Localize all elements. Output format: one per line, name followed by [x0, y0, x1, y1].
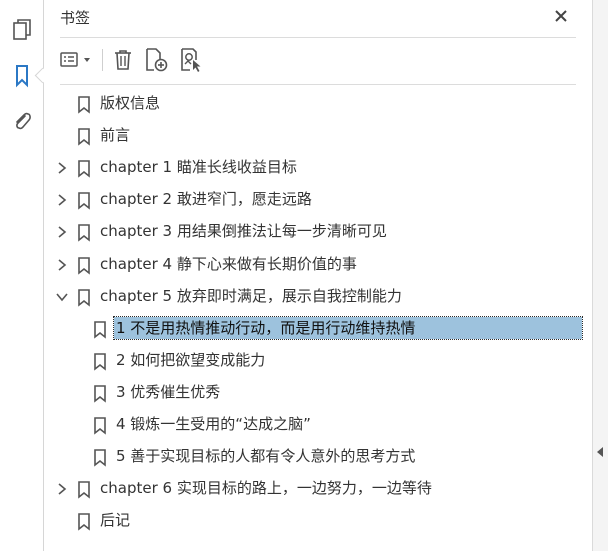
bookmarks-window: 书签 版权信息 前言 chapter 1 瞄准长线收益目标 chapter 2 … [0, 0, 608, 551]
bookmark-item-icon [77, 96, 91, 114]
bookmark-label[interactable]: chapter 6 实现目标的路上，一边努力，一边等待 [98, 477, 434, 499]
bookmark-row[interactable]: chapter 1 瞄准长线收益目标 [44, 154, 592, 182]
bookmark-item-icon [77, 289, 91, 307]
bookmark-label[interactable]: chapter 5 放弃即时满足，展示自我控制能力 [98, 285, 404, 307]
selected-bookmark-label[interactable]: 1 不是用热情推动行动，而是用行动维持热情 [113, 316, 583, 340]
bookmark-row[interactable]: chapter 6 实现目标的路上，一边努力，一边等待 [44, 475, 592, 503]
bookmark-item-icon [77, 192, 91, 210]
expand-arrow-icon[interactable] [597, 447, 603, 457]
pages-icon[interactable] [9, 17, 35, 43]
panel-title: 书签 [60, 9, 91, 27]
bookmark-item-icon [77, 160, 91, 178]
chevron-right-icon[interactable] [55, 225, 69, 239]
bookmark-label[interactable]: 3 优秀催生优秀 [114, 381, 222, 403]
chevron-down-icon[interactable] [55, 290, 69, 304]
bookmark-item-icon [93, 417, 107, 435]
bookmark-row[interactable]: chapter 5 放弃即时满足，展示自我控制能力 [44, 283, 592, 311]
chevron-right-icon[interactable] [55, 161, 69, 175]
bookmark-row[interactable]: 前言 [44, 122, 592, 150]
bookmark-label[interactable]: 版权信息 [98, 92, 162, 114]
options-menu-icon[interactable] [58, 47, 96, 73]
bookmark-item-icon [77, 257, 91, 275]
toolbar-separator [102, 49, 103, 71]
bookmark-label[interactable]: 4 锻炼一生受用的“达成之脑” [114, 413, 313, 435]
bookmark-label[interactable]: chapter 2 敢进窄门，愿走远路 [98, 188, 314, 210]
bookmark-item-icon [77, 481, 91, 499]
bookmarks-panel: 书签 版权信息 前言 chapter 1 瞄准长线收益目标 chapter 2 … [44, 0, 592, 551]
title-divider [60, 37, 576, 38]
bookmark-item-icon [93, 385, 107, 403]
child-bookmark-row[interactable]: 5 善于实现目标的人都有令人意外的思考方式 [44, 443, 592, 471]
bookmark-label[interactable]: 5 善于实现目标的人都有令人意外的思考方式 [114, 445, 417, 467]
new-bookmark-icon[interactable] [143, 47, 169, 73]
bookmark-item-icon [77, 128, 91, 146]
attachment-icon[interactable] [9, 109, 35, 135]
delete-icon[interactable] [110, 47, 136, 73]
document-pane-edge [592, 0, 608, 551]
chevron-right-icon[interactable] [55, 193, 69, 207]
bookmark-icon[interactable] [9, 63, 35, 89]
bookmark-row[interactable]: 版权信息 [44, 90, 592, 118]
bookmark-label[interactable]: 2 如何把欲望变成能力 [114, 349, 267, 371]
bookmark-item-icon [77, 513, 91, 531]
chevron-right-icon[interactable] [55, 482, 69, 496]
bookmark-label[interactable]: chapter 1 瞄准长线收益目标 [98, 156, 299, 178]
bookmark-label[interactable]: chapter 3 用结果倒推法让每一步清晰可见 [98, 220, 389, 242]
child-bookmark-row[interactable]: 1 不是用热情推动行动，而是用行动维持热情 [44, 315, 592, 343]
bookmark-row[interactable]: chapter 4 静下心来做有长期价值的事 [44, 251, 592, 279]
toolbar-divider [60, 84, 576, 85]
chevron-right-icon[interactable] [55, 258, 69, 272]
bookmark-row[interactable]: chapter 2 敢进窄门，愿走远路 [44, 186, 592, 214]
child-bookmark-row[interactable]: 2 如何把欲望变成能力 [44, 347, 592, 375]
bookmark-label[interactable]: 后记 [98, 509, 132, 531]
bookmark-item-icon [93, 321, 107, 339]
close-icon[interactable] [552, 7, 570, 25]
bookmark-item-icon [77, 224, 91, 242]
child-bookmark-row[interactable]: 3 优秀催生优秀 [44, 379, 592, 407]
bookmark-label[interactable]: chapter 4 静下心来做有长期价值的事 [98, 253, 359, 275]
bookmark-row[interactable]: 后记 [44, 507, 592, 535]
bookmark-label[interactable]: 前言 [98, 124, 132, 146]
new-bookmark-from-structure-icon[interactable] [178, 47, 204, 73]
bookmark-item-icon [93, 353, 107, 371]
navigation-rail [0, 0, 51, 551]
bookmark-item-icon [93, 449, 107, 467]
bookmark-row[interactable]: chapter 3 用结果倒推法让每一步清晰可见 [44, 218, 592, 246]
child-bookmark-row[interactable]: 4 锻炼一生受用的“达成之脑” [44, 411, 592, 439]
